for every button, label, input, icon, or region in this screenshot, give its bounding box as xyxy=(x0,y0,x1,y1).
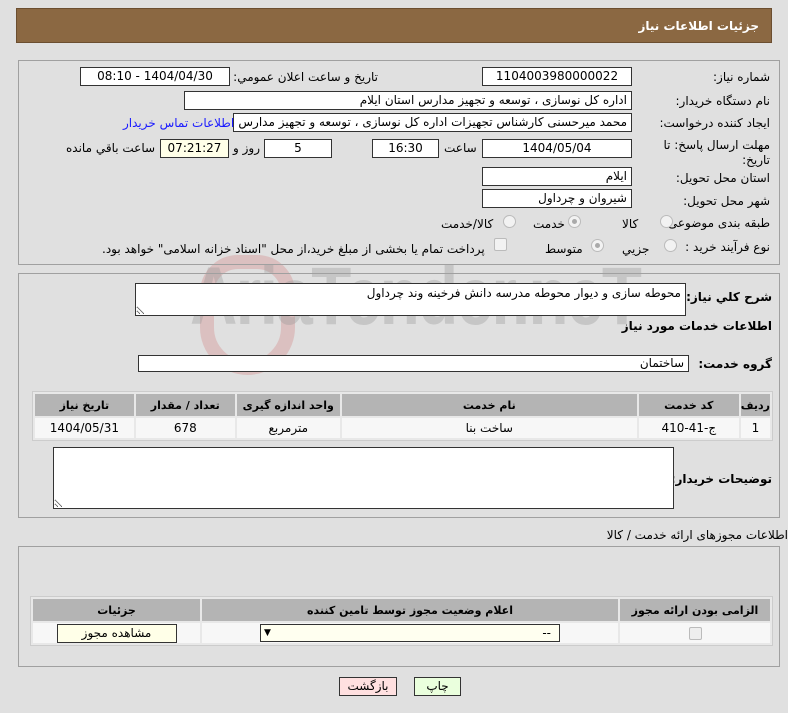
table-header-row: الزامی بودن ارائه مجوز اعلام وضعیت مجوز … xyxy=(33,599,770,621)
permits-title: اطلاعات مجوزهای ارائه خدمت / کالا xyxy=(606,528,788,542)
services-heading: اطلاعات خدمات مورد نیاز xyxy=(621,319,772,333)
table-row: 1 ج-41-410 ساخت بنا مترمربع 678 1404/05/… xyxy=(35,418,770,438)
required-checkbox xyxy=(688,627,702,640)
print-button[interactable]: چاپ xyxy=(414,677,461,696)
col-required: الزامی بودن ارائه مجوز xyxy=(620,599,770,621)
deadline-date-field: 1404/05/04 xyxy=(482,139,632,158)
category-goods-service-label: کالا/خدمت xyxy=(441,217,494,231)
process-medium-label: متوسط xyxy=(545,242,583,256)
buyer-org-field: اداره کل نوسازی ، توسعه و تجهیز مدارس اس… xyxy=(184,91,632,110)
page-header: جزئیات اطلاعات نیاز xyxy=(16,8,772,43)
category-service-label: خدمت xyxy=(533,217,565,231)
col-name: نام خدمت xyxy=(341,394,637,416)
cell-qty: 678 xyxy=(135,418,235,438)
cell-code: ج-41-410 xyxy=(638,418,739,438)
category-radio-goods[interactable] xyxy=(660,215,673,228)
payment-note: پرداخت تمام یا بخشی از مبلغ خرید،از محل … xyxy=(102,242,485,256)
chevron-down-icon: ▼ xyxy=(264,628,271,638)
col-status: اعلام وضعیت مجوز توسط تامین کننده xyxy=(202,599,618,621)
province-label: استان محل تحویل: xyxy=(675,171,770,185)
cell-row: 1 xyxy=(740,418,770,438)
col-code: کد خدمت xyxy=(638,394,739,416)
time-label: ساعت xyxy=(444,141,477,155)
service-group-label: گروه خدمت: xyxy=(698,357,772,371)
need-number-field: 1104003980000022 xyxy=(482,67,632,86)
deadline-time-field: 16:30 xyxy=(372,139,439,158)
days-label: روز و xyxy=(233,141,260,155)
process-minor-label: جزیي xyxy=(622,242,650,256)
category-label: طبقه بندی موضوعی: xyxy=(663,216,770,230)
deadline-label: مهلت ارسال پاسخ: تا تاریخ: xyxy=(663,138,770,167)
category-radio-service[interactable] xyxy=(568,215,581,228)
remaining-time-field: 07:21:27 xyxy=(160,139,229,158)
select-value: -- xyxy=(542,626,551,640)
category-goods-label: کالا xyxy=(622,217,639,231)
cell-details: مشاهده مجوز xyxy=(33,623,200,643)
permits-table: الزامی بودن ارائه مجوز اعلام وضعیت مجوز … xyxy=(30,596,773,646)
cell-name: ساخت بنا xyxy=(341,418,637,438)
buyer-contact-link[interactable]: اطلاعات تماس خریدار xyxy=(123,116,234,130)
page-title: جزئیات اطلاعات نیاز xyxy=(638,19,759,33)
announce-field: 1404/04/30 - 08:10 xyxy=(80,67,230,86)
col-unit: واحد اندازه گیری xyxy=(236,394,340,416)
remaining-label: ساعت باقي مانده xyxy=(66,141,156,155)
col-details: جزئیات xyxy=(33,599,200,621)
service-group-field: ساختمان xyxy=(138,355,689,372)
process-label: نوع فرآیند خرید : xyxy=(685,240,770,254)
category-radio-goods-service[interactable] xyxy=(503,215,516,228)
city-field: شیروان و چرداول xyxy=(482,189,632,208)
need-number-label: شماره نیاز: xyxy=(713,70,770,84)
process-radio-medium[interactable] xyxy=(591,239,604,252)
cell-unit: مترمربع xyxy=(236,418,340,438)
back-button[interactable]: بازگشت xyxy=(339,677,397,696)
table-header-row: ردیف کد خدمت نام خدمت واحد اندازه گیری ت… xyxy=(35,394,770,416)
cell-date: 1404/05/31 xyxy=(35,418,134,438)
buyer-notes-textarea[interactable] xyxy=(53,447,674,509)
city-label: شهر محل تحویل: xyxy=(683,194,770,208)
col-qty: تعداد / مقدار xyxy=(135,394,235,416)
treasury-payment-checkbox[interactable] xyxy=(494,238,507,251)
creator-field: محمد میرحسنی کارشناس تجهیزات اداره کل نو… xyxy=(233,113,632,132)
buyer-org-label: نام دستگاه خریدار: xyxy=(675,94,771,108)
creator-label: ایجاد کننده درخواست: xyxy=(659,116,770,130)
buyer-notes-label: توضیحات خریدار: xyxy=(670,472,772,486)
permit-status-select[interactable]: -- ▼ xyxy=(260,624,560,642)
days-field: 5 xyxy=(264,139,332,158)
description-textarea[interactable]: محوطه سازی و دیوار محوطه مدرسه دانش فرخی… xyxy=(135,283,686,316)
cell-required xyxy=(620,623,770,643)
services-table: ردیف کد خدمت نام خدمت واحد اندازه گیری ت… xyxy=(32,391,773,441)
province-field: ایلام xyxy=(482,167,632,186)
view-permit-button[interactable]: مشاهده مجوز xyxy=(56,623,177,643)
cell-status: -- ▼ xyxy=(202,623,618,643)
col-row: ردیف xyxy=(740,394,770,416)
announce-label: تاریخ و ساعت اعلان عمومي: xyxy=(233,70,378,84)
process-radio-minor[interactable] xyxy=(664,239,677,252)
col-date: تاریخ نیاز xyxy=(35,394,134,416)
table-row: -- ▼ مشاهده مجوز xyxy=(33,623,770,643)
description-label: شرح کلي نياز: xyxy=(686,290,772,304)
